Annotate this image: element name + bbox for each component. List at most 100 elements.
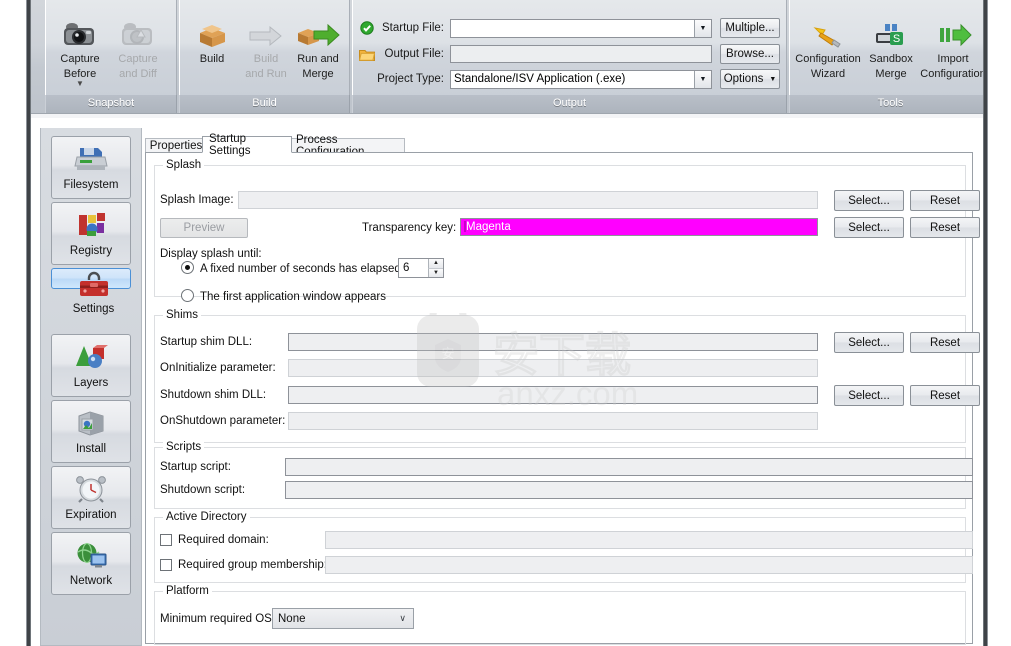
ribbon-row-output-file: Output File: Browse... bbox=[358, 44, 782, 64]
ribbon-label-startup-file: Startup File: bbox=[382, 22, 444, 34]
sidebar-item-network[interactable]: Network bbox=[51, 532, 131, 595]
chevron-down-icon[interactable]: ▼ bbox=[769, 76, 776, 83]
ribbon-button-sandbox-merge[interactable]: S Sandbox Merge bbox=[865, 16, 917, 80]
ribbon-button-sandbox-merge-line1: Sandbox bbox=[869, 53, 913, 65]
ribbon-input-startup-file[interactable]: ▼ bbox=[450, 18, 712, 38]
startup-shim-reset-button[interactable]: Reset bbox=[910, 332, 980, 353]
label-startup-script: Startup script: bbox=[160, 461, 231, 473]
input-oninitialize-parameter[interactable] bbox=[288, 359, 818, 377]
ribbon-button-capture-before-line1: Capture bbox=[60, 53, 100, 65]
install-books-icon bbox=[73, 403, 109, 443]
transparency-reset-button[interactable]: Reset bbox=[910, 217, 980, 238]
ribbon-input-output-file[interactable] bbox=[450, 45, 712, 63]
spinner-down-icon[interactable]: ▼ bbox=[428, 268, 443, 277]
chevron-down-icon[interactable]: ▼ bbox=[694, 70, 711, 88]
label-display-splash-until: Display splash until: bbox=[160, 248, 262, 260]
ribbon-button-import-configuration-line2: Configuration bbox=[920, 68, 983, 80]
input-required-group-membership[interactable] bbox=[325, 556, 973, 574]
spinner-splash-seconds[interactable]: 6 ▲ ▼ bbox=[398, 258, 444, 278]
svg-text:S: S bbox=[893, 33, 900, 45]
arrow-grey-icon bbox=[239, 16, 293, 50]
tab-strip: Properties Startup Settings Process Conf… bbox=[145, 133, 973, 158]
sidebar-item-layers[interactable]: Layers bbox=[51, 334, 131, 397]
checkbox-required-domain[interactable] bbox=[160, 534, 172, 546]
chevron-down-icon[interactable]: ▼ bbox=[53, 80, 107, 88]
ribbon-group-output: Output Startup File: ▼ Multiple... Outpu… bbox=[352, 0, 787, 113]
input-startup-script[interactable] bbox=[285, 458, 973, 476]
input-required-domain[interactable] bbox=[325, 531, 973, 549]
ribbon-button-capture-and-diff[interactable]: Capture and Diff bbox=[111, 16, 165, 80]
camera-diff-icon bbox=[111, 16, 165, 50]
chevron-down-icon[interactable]: ▼ bbox=[694, 19, 711, 37]
input-transparency-key-value: Magenta bbox=[466, 221, 511, 233]
select-minimum-required-os-value: None bbox=[278, 612, 306, 625]
sidebar-item-filesystem[interactable]: Filesystem bbox=[51, 136, 131, 199]
splash-preview-button[interactable]: Preview bbox=[160, 218, 248, 238]
sidebar-item-settings[interactable]: Settings bbox=[51, 268, 131, 315]
shutdown-shim-select-button[interactable]: Select... bbox=[834, 385, 904, 406]
ribbon-label-output-file: Output File: bbox=[384, 48, 444, 60]
startup-shim-select-button[interactable]: Select... bbox=[834, 332, 904, 353]
ribbon-group-tools-caption: Tools bbox=[789, 95, 983, 113]
application-window: Snapshot Capture Before ▼ Capture and Di… bbox=[0, 0, 1011, 646]
ribbon-input-project-type[interactable]: Standalone/ISV Application (.exe) ▼ bbox=[450, 69, 712, 89]
spinner-up-icon[interactable]: ▲ bbox=[428, 259, 443, 269]
ribbon-button-run-and-merge[interactable]: Run and Merge bbox=[291, 16, 345, 80]
ribbon-button-run-and-merge-line2: Merge bbox=[302, 68, 334, 80]
sandbox-merge-icon: S bbox=[865, 16, 917, 50]
ribbon-group-snapshot: Snapshot Capture Before ▼ Capture and Di… bbox=[45, 0, 177, 113]
registry-blocks-icon bbox=[73, 205, 109, 245]
input-transparency-key[interactable]: Magenta bbox=[460, 218, 818, 236]
label-required-group-membership: Required group membership: bbox=[178, 559, 327, 571]
chevron-down-icon[interactable]: ∨ bbox=[399, 613, 406, 624]
radio-first-window[interactable] bbox=[181, 289, 194, 302]
tab-process-configuration[interactable]: Process Configuration bbox=[289, 134, 405, 158]
sidebar-item-settings-label: Settings bbox=[72, 303, 115, 315]
ribbon-button-import-configuration-line1: Import bbox=[937, 53, 969, 65]
ribbon-button-configuration-wizard-line2: Wizard bbox=[810, 68, 846, 80]
ribbon-row-project-type: Project Type: Standalone/ISV Application… bbox=[358, 69, 782, 89]
ribbon-button-multiple[interactable]: Multiple... bbox=[720, 18, 780, 38]
label-oninitialize-parameter: OnInitialize parameter: bbox=[160, 362, 276, 374]
ribbon-button-browse[interactable]: Browse... bbox=[720, 44, 780, 64]
sidebar-item-registry[interactable]: Registry bbox=[51, 202, 131, 265]
input-splash-image[interactable] bbox=[238, 191, 818, 209]
select-minimum-required-os[interactable]: None ∨ bbox=[272, 608, 414, 629]
group-scripts: Scripts bbox=[154, 441, 966, 509]
alarm-clock-icon bbox=[73, 469, 109, 509]
ribbon-button-configuration-wizard[interactable]: Configuration Wizard bbox=[795, 16, 861, 80]
sidebar-nav: Filesystem Registry Settings Layers Inst… bbox=[40, 128, 142, 646]
sidebar-item-install[interactable]: Install bbox=[51, 400, 131, 463]
camera-icon bbox=[53, 16, 107, 50]
checkbox-required-group-membership[interactable] bbox=[160, 559, 172, 571]
transparency-select-button[interactable]: Select... bbox=[834, 217, 904, 238]
ribbon-button-build-line1: Build bbox=[199, 53, 225, 65]
wand-icon bbox=[795, 16, 861, 50]
shutdown-shim-reset-button[interactable]: Reset bbox=[910, 385, 980, 406]
ribbon-button-options[interactable]: Options ▼ bbox=[720, 69, 780, 89]
ribbon-button-sandbox-merge-line2: Merge bbox=[875, 68, 907, 80]
window-outside-right bbox=[991, 0, 1011, 646]
splash-image-reset-button[interactable]: Reset bbox=[910, 190, 980, 211]
input-shutdown-script[interactable] bbox=[285, 481, 973, 499]
input-shutdown-shim-dll[interactable] bbox=[288, 386, 818, 404]
input-onshutdown-parameter[interactable] bbox=[288, 412, 818, 430]
window-outside-left bbox=[0, 0, 25, 646]
globe-monitor-icon bbox=[73, 535, 109, 575]
startup-settings-panel: 安 安下载 anxz.com Splash Splash Image: Sele… bbox=[145, 152, 980, 645]
radio-fixed-seconds[interactable] bbox=[181, 261, 194, 274]
tab-properties[interactable]: Properties bbox=[145, 138, 207, 153]
box-arrow-green-icon bbox=[291, 16, 345, 50]
tab-startup-settings[interactable]: Startup Settings bbox=[202, 133, 292, 157]
spinner-buttons[interactable]: ▲ ▼ bbox=[428, 259, 443, 277]
sidebar-item-expiration[interactable]: Expiration bbox=[51, 466, 131, 529]
label-onshutdown-parameter: OnShutdown parameter: bbox=[160, 415, 286, 427]
splash-image-select-button[interactable]: Select... bbox=[834, 190, 904, 211]
ribbon-button-build[interactable]: Build bbox=[185, 16, 239, 65]
ribbon-button-import-configuration[interactable]: Import Configuration bbox=[919, 16, 983, 80]
sidebar-item-install-label: Install bbox=[75, 443, 107, 455]
ribbon-button-capture-before[interactable]: Capture Before ▼ bbox=[53, 16, 107, 88]
import-config-icon bbox=[919, 16, 983, 50]
input-startup-shim-dll[interactable] bbox=[288, 333, 818, 351]
ribbon-button-build-and-run[interactable]: Build and Run bbox=[239, 16, 293, 80]
